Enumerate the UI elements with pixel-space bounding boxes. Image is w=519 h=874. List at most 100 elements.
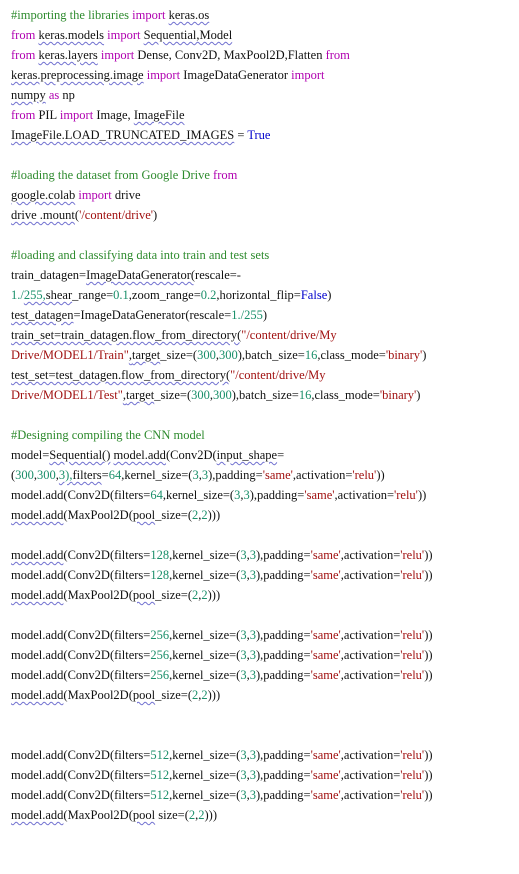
code-token: ) [153, 208, 158, 222]
code-token: (MaxPool2D( [63, 808, 133, 822]
code-token: train_datagen= [11, 268, 87, 282]
code-token: ,kernel_size=( [169, 568, 241, 582]
code-token: Dense, Conv2D, MaxPool2D,Flatten [134, 48, 326, 62]
code-token: ),batch_size= [231, 388, 299, 402]
code-token: _size=( [160, 348, 198, 362]
code-line: from keras.layers import Dense, Conv2D, … [11, 45, 516, 65]
code-token: 'same' [310, 668, 341, 682]
code-token: rescale=- [195, 268, 241, 282]
code-token: ,zoom_range= [128, 288, 201, 302]
code-line: keras.preprocessing.image import ImageDa… [11, 65, 516, 85]
code-token: 'same' [262, 468, 293, 482]
code-token: ) [327, 288, 332, 302]
code-token: pool [132, 808, 156, 822]
code-token: model.add [11, 588, 64, 602]
code-token: ),padding= [255, 628, 311, 642]
code-token: ,activation= [340, 668, 401, 682]
code-token: 'binary' [379, 388, 417, 402]
code-token: model.add(Conv2D(filters= [11, 568, 151, 582]
code-token: 0.2 [200, 288, 217, 302]
code-token: ,activation= [340, 568, 401, 582]
code-token: keras.os [168, 8, 210, 22]
code-token: 'relu' [400, 788, 425, 802]
code-token: 64 [108, 468, 122, 482]
code-token: test_set=test_datagen.flow_from_director… [11, 368, 231, 382]
code-token: =ImageDataGenerator(rescale= [73, 308, 232, 322]
code-token: drive [111, 188, 141, 202]
code-token: Image, [93, 108, 134, 122]
code-token: model.add(Conv2D(filters= [11, 648, 151, 662]
code-token: ,class_mode= [317, 348, 386, 362]
code-token: shear [45, 288, 73, 302]
code-token: ,activation= [340, 628, 401, 642]
code-token: _size=( [155, 508, 193, 522]
code-token: model.add [11, 688, 64, 702]
code-line: test_datagen=ImageDataGenerator(rescale=… [11, 305, 516, 325]
code-token: model.add(Conv2D(filters= [11, 488, 151, 502]
code-token: 300 [218, 348, 238, 362]
code-token: 'same' [310, 788, 341, 802]
code-token: ),padding= [255, 648, 311, 662]
code-token: 300 [191, 388, 210, 402]
code-token: "/content/drive/My [241, 328, 337, 342]
code-token: (MaxPool2D( [63, 508, 133, 522]
code-token: ,kernel_size=( [169, 548, 241, 562]
code-line: 1./255,shear_range=0.1,zoom_range=0.2,ho… [11, 285, 516, 305]
code-token: ),padding= [255, 788, 311, 802]
code-token: ,kernel_size=( [169, 768, 241, 782]
code-token: _size=( [155, 588, 193, 602]
code-token: ))) [207, 688, 221, 702]
code-token: 0.1 [113, 288, 129, 302]
code-token: 'same' [310, 568, 341, 582]
code-token: 256 [150, 668, 170, 682]
code-line: drive .mount('/content/drive') [11, 205, 516, 225]
code-line: model.add(MaxPool2D(pool_size=(2,2))) [11, 585, 516, 605]
code-token: 64 [150, 488, 163, 502]
code-token: ),padding= [255, 768, 311, 782]
code-token: ),padding= [255, 568, 311, 582]
code-token: 'relu' [400, 748, 425, 762]
code-token: ,kernel_size=( [169, 628, 241, 642]
code-token: 255, [23, 288, 46, 302]
code-token: 128 [150, 548, 170, 562]
code-token: import [78, 188, 112, 202]
code-token: ,activation= [340, 788, 401, 802]
code-token: PIL [35, 108, 60, 122]
code-line: #loading the dataset from Google Drive f… [11, 165, 516, 185]
code-token: ),padding= [249, 488, 305, 502]
code-token: 1./255 [231, 308, 263, 322]
code-token: ,activation= [340, 548, 401, 562]
code-token: "/content/drive/My [230, 368, 326, 382]
code-token: ,kernel_size=( [169, 788, 241, 802]
code-token: 'relu' [352, 468, 377, 482]
code-line: model=Sequential() model.add(Conv2D(inpu… [11, 445, 516, 465]
code-token: 300 [197, 348, 216, 362]
code-token: 'same' [310, 548, 341, 562]
code-token: ))) [207, 508, 221, 522]
code-token: )) [424, 648, 433, 662]
code-token: model.add(Conv2D(filters= [11, 748, 151, 762]
code-token: _size=( [155, 688, 193, 702]
code-token: )) [424, 628, 433, 642]
code-token: ) [422, 348, 427, 362]
code-token: import [59, 108, 94, 122]
code-token: = [277, 448, 285, 462]
code-token: pool [132, 688, 156, 702]
code-token: _range= [72, 288, 114, 302]
code-line: model.add(Conv2D(filters=128,kernel_size… [11, 565, 516, 585]
code-token: 3), [58, 468, 73, 482]
code-token: (MaxPool2D( [63, 588, 133, 602]
code-token: model.add [11, 508, 64, 522]
code-token: )) [424, 568, 433, 582]
code-token: #loading the dataset from Google Drive [11, 168, 214, 182]
code-token: train_set=train_datagen.flow_from_direct… [11, 328, 242, 342]
code-token: input_shape [216, 448, 278, 462]
code-token: ,kernel_size=( [121, 468, 193, 482]
code-token: ),padding= [255, 748, 311, 762]
code-line: model.add(Conv2D(filters=512,kernel_size… [11, 765, 516, 785]
code-line: model.add(Conv2D(filters=256,kernel_size… [11, 645, 516, 665]
code-line: google.colab import drive [11, 185, 516, 205]
code-token: )) [417, 488, 427, 502]
